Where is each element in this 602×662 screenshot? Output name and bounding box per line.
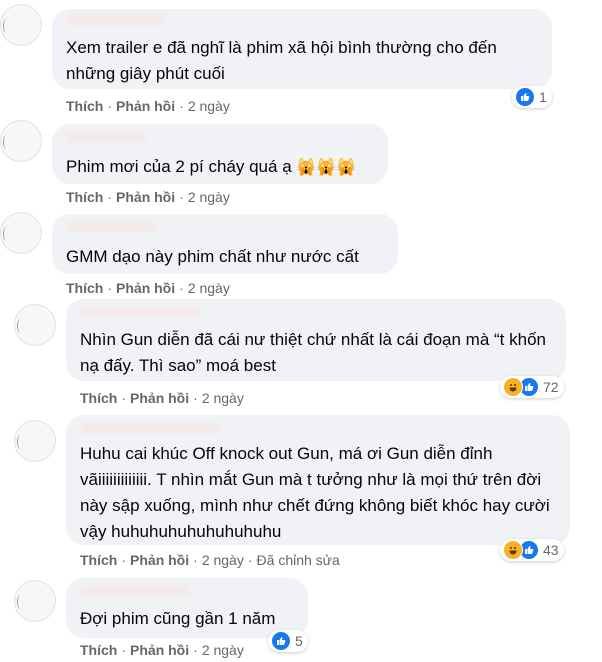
reply-link[interactable]: Phản hồi (130, 390, 189, 406)
comment-actions: Thích · Phản hồi · 2 ngày (66, 189, 230, 205)
like-link[interactable]: Thích (66, 280, 103, 296)
timestamp[interactable]: 2 ngày (202, 390, 244, 406)
like-link[interactable]: Thích (80, 390, 117, 406)
comment-bubble: GMM dạo này phim chất như nước cất (52, 214, 398, 274)
haha-icon (503, 540, 523, 560)
reaction-summary[interactable]: 1 (512, 86, 552, 108)
cat-emoji: 🙀🙀🙀 (296, 159, 357, 176)
like-icon (271, 631, 291, 651)
avatar[interactable] (14, 580, 56, 622)
comment-bubble: Phim mơi của 2 pí cháy quá ạ 🙀🙀🙀 (52, 124, 388, 184)
reaction-count: 72 (543, 379, 559, 395)
like-link[interactable]: Thích (80, 552, 117, 568)
comment-actions: Thích · Phản hồi · 2 ngày (66, 280, 230, 296)
reaction-count: 1 (539, 89, 547, 105)
comment-actions: Thích · Phản hồi · 2 ngày · Đã chỉnh sửa (80, 552, 340, 568)
comment-text: Phim mơi của 2 pí cháy quá ạ (66, 157, 292, 176)
comment-text: Huhu cai khúc Off knock out Gun, má ơi G… (80, 444, 550, 541)
reaction-summary[interactable]: 43 (500, 539, 564, 561)
comment-bubble: Huhu cai khúc Off knock out Gun, má ơi G… (66, 415, 570, 545)
reaction-count: 43 (543, 542, 559, 558)
reply-link[interactable]: Phản hồi (130, 552, 189, 568)
avatar[interactable] (0, 4, 42, 46)
commenter-name[interactable] (80, 423, 220, 433)
comment-actions: Thích · Phản hồi · 2 ngày (80, 390, 244, 406)
reaction-summary[interactable]: 72 (500, 376, 564, 398)
commenter-name[interactable] (66, 222, 156, 232)
avatar[interactable] (0, 212, 42, 254)
timestamp[interactable]: 2 ngày (188, 189, 230, 205)
timestamp[interactable]: 2 ngày (202, 552, 244, 568)
like-link[interactable]: Thích (66, 189, 103, 205)
commenter-name[interactable] (66, 132, 146, 142)
edited-label[interactable]: Đã chỉnh sửa (257, 552, 340, 568)
commenter-name[interactable] (80, 307, 200, 317)
commenter-name[interactable] (80, 586, 190, 596)
comment-actions: Thích · Phản hồi · 2 ngày (80, 642, 244, 658)
timestamp[interactable]: 2 ngày (188, 280, 230, 296)
like-icon (515, 87, 535, 107)
comment-text: Nhìn Gun diễn đã cái nư thiệt chứ nhất l… (80, 330, 546, 375)
like-link[interactable]: Thích (80, 642, 117, 658)
like-link[interactable]: Thích (66, 98, 103, 114)
avatar[interactable] (0, 120, 42, 162)
timestamp[interactable]: 2 ngày (202, 642, 244, 658)
comment-text: Đợi phim cũng gần 1 năm (80, 609, 276, 628)
haha-icon (503, 377, 523, 397)
commenter-name[interactable] (66, 15, 166, 25)
reaction-summary[interactable]: 5 (268, 630, 308, 652)
comment-text: Xem trailer e đã nghĩ là phim xã hội bìn… (66, 38, 497, 83)
reaction-count: 5 (295, 633, 303, 649)
comment-bubble: Xem trailer e đã nghĩ là phim xã hội bìn… (52, 9, 552, 89)
avatar[interactable] (14, 304, 56, 346)
reply-link[interactable]: Phản hồi (130, 642, 189, 658)
comment-text: GMM dạo này phim chất như nước cất (66, 247, 359, 266)
comment-bubble: Đợi phim cũng gần 1 năm (66, 578, 308, 638)
avatar[interactable] (14, 420, 56, 462)
reply-link[interactable]: Phản hồi (116, 280, 175, 296)
comment-bubble: Nhìn Gun diễn đã cái nư thiệt chứ nhất l… (66, 299, 566, 381)
timestamp[interactable]: 2 ngày (188, 98, 230, 114)
reply-link[interactable]: Phản hồi (116, 189, 175, 205)
comment-actions: Thích · Phản hồi · 2 ngày (66, 98, 230, 114)
reply-link[interactable]: Phản hồi (116, 98, 175, 114)
